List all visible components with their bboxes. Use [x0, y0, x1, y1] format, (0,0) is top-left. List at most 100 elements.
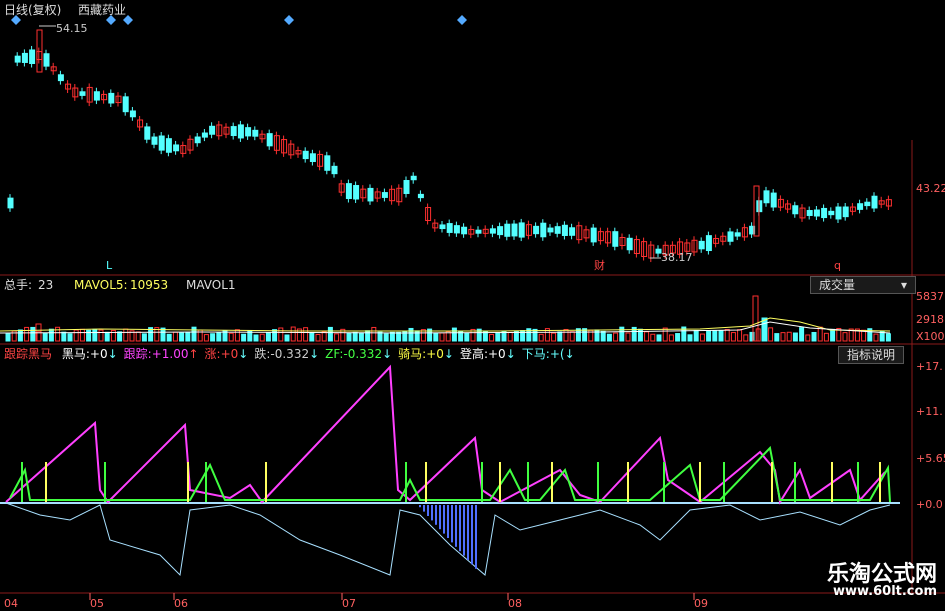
candle-body — [821, 207, 828, 219]
volume-bar — [706, 330, 712, 342]
candle-body — [835, 206, 842, 220]
candle-body — [151, 136, 158, 145]
candle-body — [842, 206, 849, 218]
volume-bar — [786, 331, 792, 342]
volume-bar — [811, 331, 817, 342]
candle-body — [475, 229, 482, 234]
indicator-item-label: 跌: — [254, 347, 271, 361]
indicator-item-value: -0.332 — [270, 347, 310, 361]
volume-bar — [718, 329, 724, 342]
volume-bar — [203, 334, 209, 342]
indicator-item-label: 黑马: — [61, 347, 90, 361]
marker-l: L — [106, 259, 113, 272]
candle-body — [93, 91, 100, 101]
candle-body — [792, 205, 799, 215]
volume-bar — [253, 334, 259, 342]
candle-body — [864, 201, 871, 207]
candle-body — [324, 155, 331, 171]
volume-bar — [24, 326, 30, 342]
volume-bar — [241, 333, 247, 342]
volume-bar — [191, 326, 197, 342]
zf-line — [9, 445, 891, 503]
candle-body — [439, 224, 446, 230]
candle-body — [144, 126, 151, 140]
volume-bar — [309, 332, 315, 342]
volume-bar — [30, 326, 36, 342]
volume-bar — [737, 329, 743, 342]
indicator-item-value: +1.00 — [151, 347, 189, 361]
volume-bar — [792, 332, 798, 342]
candle-body — [158, 135, 165, 151]
volume-bar — [489, 333, 495, 342]
candle-body — [518, 222, 525, 238]
arrow-icon: ↓ — [505, 347, 516, 361]
volume-bar — [712, 330, 718, 342]
candle-body — [209, 125, 216, 135]
volume-bar — [383, 333, 389, 342]
volume-bar — [179, 332, 185, 342]
volume-bar — [172, 331, 178, 342]
candle-body — [770, 192, 777, 208]
chevron-down-icon: ▾ — [900, 278, 907, 292]
watermark-url: www.60lt.com — [832, 584, 937, 599]
candle-body — [698, 240, 705, 250]
candle-body — [245, 127, 252, 137]
volume-bar — [303, 327, 309, 342]
volume-bar — [86, 329, 92, 342]
candle-body — [813, 209, 820, 217]
arrow-icon: ↑ — [188, 347, 199, 361]
indicator-item-5: 骑马:+0↓ — [398, 347, 454, 361]
volume-bar — [675, 333, 681, 342]
volume-bar — [569, 331, 575, 342]
candle-body — [734, 232, 741, 237]
arrow-icon: ↓ — [443, 347, 454, 361]
volume-bar — [5, 332, 11, 342]
candle-body — [122, 96, 129, 113]
indicator-item-value: +( — [549, 347, 565, 361]
arrow-icon: ↓ — [107, 347, 118, 361]
candle-body — [590, 227, 597, 243]
candle-body — [57, 74, 64, 82]
volume-bar — [768, 327, 774, 342]
indicator-item-value: +0 — [488, 347, 506, 361]
indicator-item-value: +0 — [89, 347, 108, 361]
volume-bar — [79, 328, 85, 342]
volume-bar — [830, 328, 836, 342]
indicator-item-0: 黑马:+0↓ — [62, 347, 118, 361]
indicator-legend: 跟踪黑马 黑马:+0↓ 跟踪:+1.00↑ 涨:+0↓ 跌:-0.332↓ ZF:-0.… — [4, 347, 575, 361]
candle-body — [252, 129, 259, 137]
candle-body — [129, 110, 136, 118]
volume-bar — [346, 332, 352, 342]
volume-bar — [315, 333, 321, 342]
volume-bar — [42, 332, 48, 342]
price-axis-label: 43.22 — [916, 182, 945, 195]
candle-body — [871, 195, 878, 209]
volume-bar — [210, 333, 216, 342]
candle-body — [569, 227, 576, 236]
volume-bar — [600, 330, 606, 342]
indicator-name: 跟踪黑马 — [4, 347, 53, 361]
volume-bar — [272, 329, 278, 342]
candle-body — [14, 55, 21, 63]
volume-bar — [563, 328, 569, 342]
volume-bar — [185, 331, 191, 342]
volume-bar — [724, 328, 730, 342]
indicator-help-button[interactable]: 指标说明 — [838, 346, 905, 364]
volume-axis-label-2: 2918 — [916, 313, 944, 326]
indicator-item-label: ZF: — [325, 347, 344, 361]
candle-body — [29, 49, 36, 65]
volume-bar — [92, 328, 98, 342]
indicator-item-label: 涨: — [204, 347, 221, 361]
candle-body — [309, 153, 316, 163]
candle-body — [417, 193, 424, 199]
volume-dropdown-label: 成交量 — [819, 278, 856, 292]
candle-body — [173, 144, 180, 152]
volume-indicator-dropdown[interactable]: 成交量 ▾ — [810, 276, 916, 294]
volume-bar — [644, 331, 650, 342]
mavol5-label: MAVOL5: — [74, 278, 128, 292]
indicator-item-3: 跌:-0.332↓ — [254, 347, 319, 361]
volume-bar — [823, 332, 829, 342]
candle-body — [43, 53, 50, 67]
volume-bar — [141, 333, 147, 342]
volume-bar — [464, 332, 470, 342]
